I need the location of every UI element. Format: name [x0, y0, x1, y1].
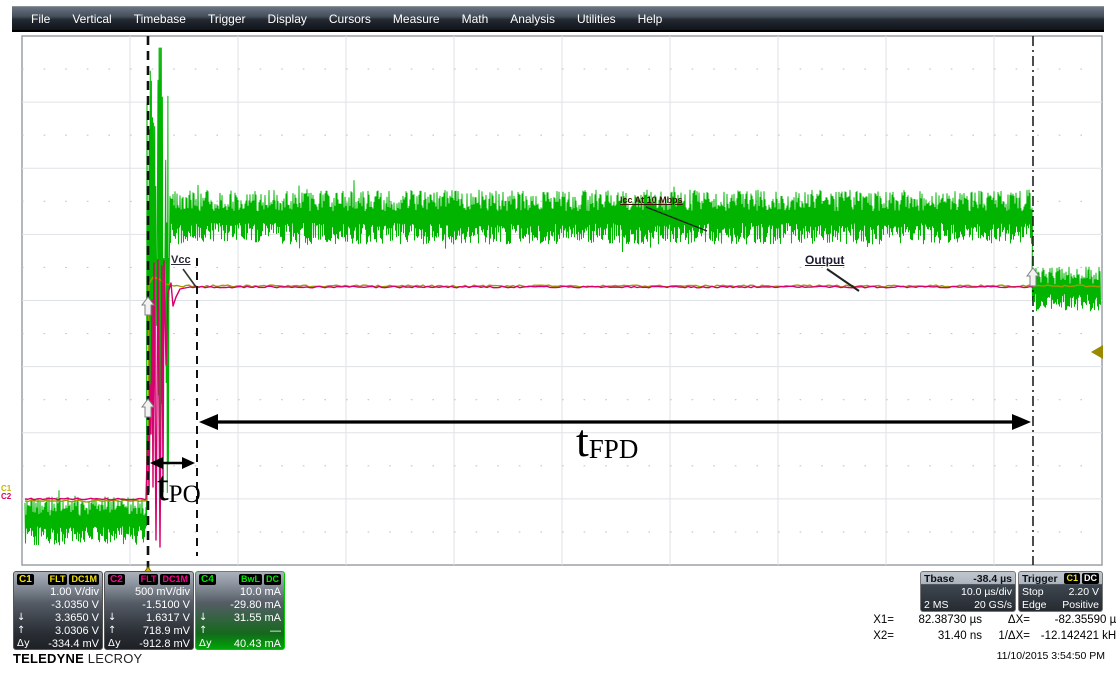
- inv-dx-value: -12.142421 kHz: [1030, 630, 1116, 642]
- tpo-symbol: t: [157, 464, 169, 510]
- channel-badge-flt: FLT: [139, 574, 159, 585]
- dx-value: -82.35590 µs: [1030, 614, 1116, 626]
- channel-value: 1.00 V/div: [33, 586, 99, 598]
- cursor-symbol-icon: ↓: [17, 612, 33, 623]
- x2-value: 31.40 ns: [894, 630, 982, 642]
- c2-zero-level-marker: C2: [1, 492, 11, 501]
- tpo-time-label: tPO: [157, 466, 201, 508]
- x2-label: X2=: [856, 630, 894, 642]
- tfpd-subscript: FPD: [589, 434, 639, 464]
- channel-value: 3.3650 V: [33, 612, 99, 624]
- trigger-title: Trigger: [1022, 573, 1058, 585]
- inv-dx-label: 1/ΔX=: [982, 630, 1030, 642]
- teledyne-lecroy-logo: TELEDYNE LECROY: [13, 651, 142, 666]
- channel-value: 10.0 mA: [215, 586, 281, 598]
- channel-value: -3.0350 V: [33, 599, 99, 611]
- channel-id-badge: C1: [17, 574, 34, 585]
- channel-value: 3.0306 V: [33, 625, 99, 637]
- channel-id-badge: C2: [108, 574, 125, 585]
- datetime-display: 11/10/2015 3:54:50 PM: [965, 650, 1105, 662]
- oscilloscope-screen: FileVerticalTimebaseTriggerDisplayCursor…: [0, 0, 1116, 674]
- trigger-mode: Stop: [1022, 586, 1044, 598]
- cursor-symbol-icon: ↑: [108, 625, 124, 636]
- tfpd-time-label: tFPD: [576, 418, 638, 464]
- channel-value: -29.80 mA: [215, 599, 281, 611]
- dx-label: ΔX=: [982, 614, 1030, 626]
- cursor-symbol-icon: Δy: [199, 638, 215, 649]
- timebase-samples: 2 MS: [924, 599, 949, 611]
- cursor-symbol-icon: ↑: [17, 625, 33, 636]
- x1-label: X1=: [856, 614, 894, 626]
- channel-value: -334.4 mV: [33, 638, 99, 650]
- channel-badge-dc: DC: [264, 574, 281, 585]
- trigger-slope: Positive: [1062, 599, 1099, 611]
- channel-value: 500 mV/div: [124, 586, 190, 598]
- trigger-source-badge: C1: [1064, 573, 1080, 584]
- channel-value: 718.9 mV: [124, 625, 190, 637]
- icc-annotation-label: Icc At 10 Mbps: [620, 195, 683, 205]
- channel-badge-bwl: BwL: [239, 574, 262, 585]
- channel-badge-dc1m: DC1M: [69, 574, 99, 585]
- channel-descriptor-row: C1FLTDC1M1.00 V/div-3.0350 V↓3.3650 V↑3.…: [13, 571, 285, 650]
- cursor-readout: X1= 82.38730 µs ΔX= -82.35590 µs X2= 31.…: [856, 612, 1116, 644]
- cursor-symbol-icon: ↓: [108, 612, 124, 623]
- channel-id-badge: C4: [199, 574, 216, 585]
- trigger-coupling-badge: DC: [1082, 573, 1099, 584]
- logo-teledyne: TELEDYNE: [13, 651, 84, 666]
- tfpd-symbol: t: [576, 415, 589, 466]
- timebase-per-div: 10.0 µs/div: [961, 586, 1012, 598]
- timebase-descriptor[interactable]: Tbase -38.4 µs 10.0 µs/div 2 MS 20 GS/s: [920, 571, 1016, 612]
- channel-value: —: [215, 625, 281, 637]
- channel-badge-dc1m: DC1M: [160, 574, 190, 585]
- channel-value: 31.55 mA: [215, 612, 281, 624]
- channel-value: 40.43 mA: [215, 638, 281, 650]
- channel-box-c1[interactable]: C1 FLTDC1M1.00 V/div-3.0350 V↓3.3650 V↑3.…: [13, 571, 103, 650]
- tpo-subscript: PO: [169, 481, 201, 508]
- channel-value: -912.8 mV: [124, 638, 190, 650]
- logo-lecroy: LECROY: [88, 651, 143, 666]
- cursor-symbol-icon: ↓: [199, 612, 215, 623]
- channel-badge-flt: FLT: [48, 574, 68, 585]
- x1-value: 82.38730 µs: [894, 614, 982, 626]
- channel-box-c4[interactable]: C4 BwLDC10.0 mA-29.80 mA↓31.55 mA↑—Δy40.4…: [195, 571, 285, 650]
- channel-value: -1.5100 V: [124, 599, 190, 611]
- cursor-symbol-icon: Δy: [17, 638, 33, 649]
- timebase-delay: -38.4 µs: [973, 573, 1012, 585]
- vcc-annotation-label: Vcc: [171, 254, 191, 266]
- output-annotation-label: Output: [805, 253, 844, 267]
- channel-value: 1.6317 V: [124, 612, 190, 624]
- timebase-sample-rate: 20 GS/s: [974, 599, 1012, 611]
- timebase-title: Tbase: [924, 573, 954, 585]
- trigger-descriptor[interactable]: Trigger C1 DC Stop 2.20 V Edge Positive: [1018, 571, 1103, 612]
- channel-box-c2[interactable]: C2 FLTDC1M500 mV/div-1.5100 V↓1.6317 V↑71…: [104, 571, 194, 650]
- cursor-symbol-icon: ↑: [199, 625, 215, 636]
- trigger-level: 2.20 V: [1069, 586, 1099, 598]
- cursor-symbol-icon: Δy: [108, 638, 124, 649]
- trigger-type: Edge: [1022, 599, 1047, 611]
